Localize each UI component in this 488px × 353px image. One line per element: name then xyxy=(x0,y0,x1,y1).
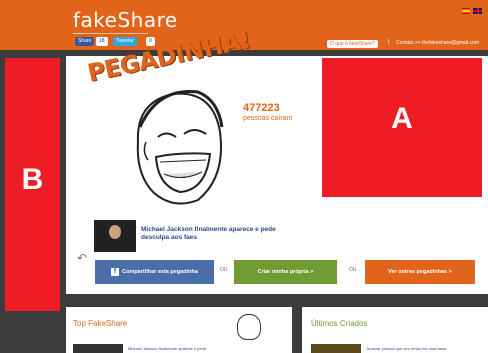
prank-caption: Michael Jackson finalmente aparece e ped… xyxy=(141,226,276,241)
rage-face-icon xyxy=(237,314,261,340)
ad-slot-a-label: A xyxy=(391,102,413,135)
share-prank-button[interactable]: f Compartilhar esta pegadinha xyxy=(95,260,214,284)
contact-link[interactable]: Contato >> thefakeshare@gmail.com xyxy=(396,40,479,46)
header-separator: | xyxy=(388,39,390,45)
prank-thumbnail xyxy=(94,220,136,252)
logo[interactable]: fakeShare xyxy=(73,8,178,34)
latest-created-title: Últimos Criados xyxy=(311,319,368,328)
facebook-share-button[interactable]: Share xyxy=(75,37,95,46)
ad-slot-b[interactable]: B xyxy=(5,58,60,311)
share-count: 18 xyxy=(96,37,108,46)
victim-counter: 477223 xyxy=(243,102,280,114)
laughing-meme-face-icon xyxy=(136,89,224,205)
top-item-thumbnail[interactable] xyxy=(73,344,123,353)
victim-counter-label: pessoas caíram xyxy=(243,115,293,122)
see-more-pranks-button[interactable]: Ver outras pegadinhas > xyxy=(365,260,475,284)
what-is-fakeshare-link[interactable]: O que é fakeShare? xyxy=(327,40,378,48)
create-own-button[interactable]: Criar minha própria > xyxy=(234,260,337,284)
or-label: OU xyxy=(220,267,228,273)
tweet-button[interactable]: Tweetar xyxy=(113,37,137,46)
ad-slot-b-label: B xyxy=(21,163,44,196)
top-fakeshare-title: Top FakeShare xyxy=(73,319,128,328)
or-label: OU xyxy=(349,267,357,273)
ad-slot-a[interactable]: A xyxy=(322,58,482,197)
facebook-icon: f xyxy=(111,267,120,276)
top-item-title[interactable]: Michael Jackson finalmente aparece e ped… xyxy=(128,346,206,351)
spain-flag-icon[interactable] xyxy=(462,8,470,14)
curved-arrow-icon: ↶ xyxy=(77,251,88,265)
latest-item-thumbnail[interactable] xyxy=(311,344,361,353)
uk-flag-icon[interactable] xyxy=(473,8,482,14)
latest-item-title[interactable]: Mostrar pessoa que seu irmão fez uma far… xyxy=(367,346,446,351)
